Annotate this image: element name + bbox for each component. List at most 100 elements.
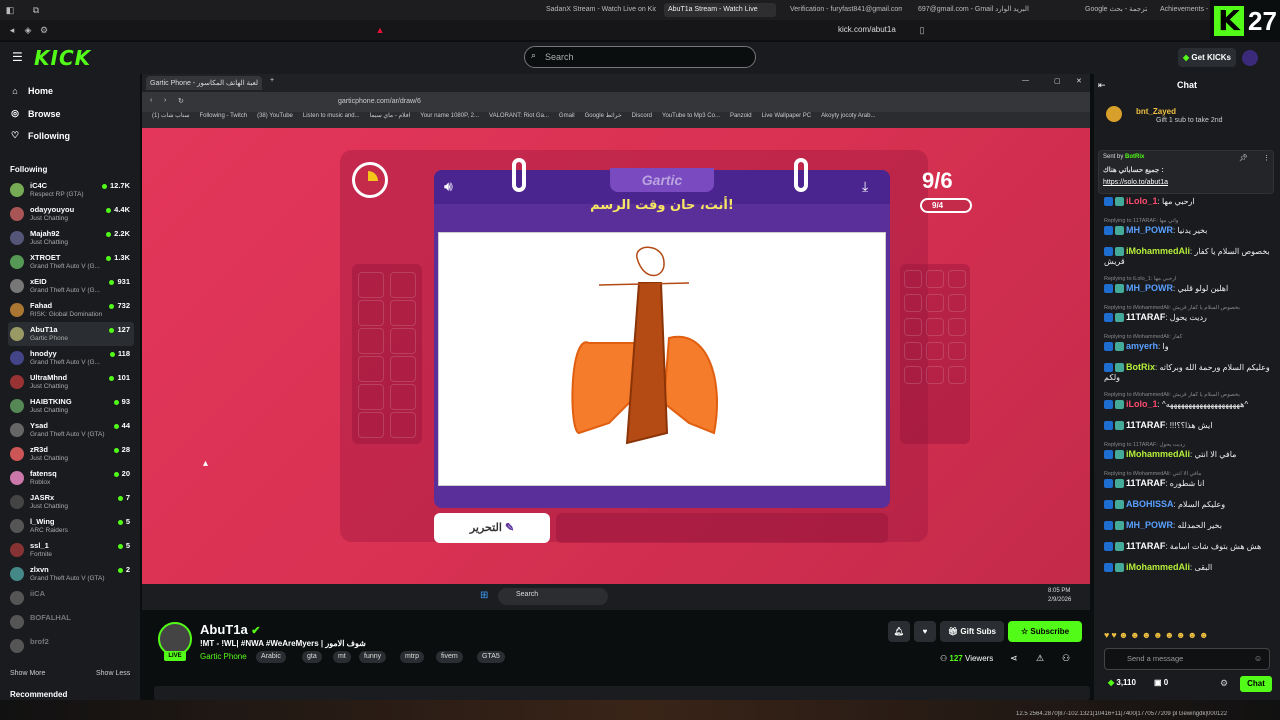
chat-username[interactable]: iMohammedAli	[1126, 562, 1190, 572]
chat-settings-icon[interactable]: ⚙	[1220, 678, 1228, 689]
sidebar-channel[interactable]: Majah92 Just Chatting 2.2K	[8, 226, 134, 250]
stream-tag[interactable]: mtrp	[400, 651, 424, 663]
stream-tag[interactable]: fivem	[436, 651, 463, 663]
tab-achievements[interactable]: Achievements -	[1160, 3, 1208, 17]
stream-player[interactable]: Gartic Phone - لعبة الهاتف المكاسور + — …	[142, 74, 1090, 610]
chat-message[interactable]: iLolo_1: ارحبي مها	[1104, 196, 1270, 207]
show-less-link[interactable]: Show Less	[96, 670, 130, 677]
window-menu-icon[interactable]: ◧	[4, 4, 16, 16]
shield-icon[interactable]: ◈	[22, 24, 34, 36]
sidebar-channel[interactable]: iC4C Respect RP (GTA) 12.7K	[8, 178, 134, 202]
pinned-link[interactable]: https://solo.to/abut1a	[1103, 179, 1168, 186]
chat-username[interactable]: 11TARAF	[1126, 478, 1165, 488]
chat-message[interactable]: 11TARAF: !!!ايش هذا؟؟	[1104, 420, 1270, 431]
chat-message[interactable]: Replying to iLolo_1: ارحبي مها MH_POWR: ا…	[1104, 275, 1270, 294]
sidebar-channel[interactable]: XTROET Grand Theft Auto V (G... 1.3K	[8, 250, 134, 274]
chat-username[interactable]: BotRix	[1126, 362, 1155, 372]
chat-username[interactable]: 11TARAF	[1126, 312, 1165, 322]
emoji-icon[interactable]: ☺	[1254, 654, 1262, 663]
tab-verification[interactable]: Verification - furyfast841@gmail.com	[790, 3, 902, 17]
chat-username[interactable]: 11TARAF	[1126, 420, 1165, 430]
chat-message[interactable]: BotRix: وعليكم السلام ورحمة الله وبركاته…	[1104, 362, 1270, 383]
more-icon[interactable]: ⋮	[1263, 154, 1270, 162]
tab-google-translate[interactable]: Google الترجمة - بحث	[1085, 3, 1147, 17]
nav-following[interactable]: ♡ Following	[10, 130, 70, 141]
settings-icon[interactable]: ⚙	[38, 24, 50, 36]
search-input[interactable]: Search	[524, 46, 756, 68]
chat-username[interactable]: ABOHISSA	[1126, 499, 1174, 509]
stream-tag[interactable]: GTA5	[477, 651, 505, 663]
chat-message[interactable]: Replying to 11TARAF: رديت يحول iMohammedA…	[1104, 441, 1270, 460]
share-icon[interactable]: ⋖	[1010, 653, 1018, 664]
chat-send-button[interactable]: Chat	[1240, 676, 1272, 692]
duplicate-icon[interactable]: ⧉	[30, 4, 42, 16]
pin-icon[interactable]: 📌︎	[1239, 154, 1248, 162]
stream-tag[interactable]: mt	[333, 651, 351, 663]
show-more-link[interactable]: Show More	[10, 670, 45, 677]
sidebar-channel[interactable]: l_Wing ARC Raiders 5	[8, 514, 134, 538]
notification-bell-button[interactable]: 🔔︎	[888, 621, 910, 642]
chat-username[interactable]: MH_POWR	[1126, 283, 1173, 293]
chat-message[interactable]: Replying to iMohammedAli: كفار amyerh: وا	[1104, 333, 1270, 352]
chat-username[interactable]: amyerh	[1126, 341, 1158, 351]
sidebar-channel[interactable]: iiCA	[8, 586, 134, 610]
chat-message[interactable]: iMohammedAli: بخصوص السلام يا كفار قريش	[1104, 246, 1270, 267]
back-icon[interactable]: ◂	[6, 24, 18, 36]
tab-sadanx[interactable]: SadanX Stream - Watch Live on Kick	[546, 3, 656, 17]
tab-abut1a[interactable]: AbuT1a Stream - Watch Live	[664, 3, 776, 17]
sidebar-channel[interactable]: fatensq Roblox 20	[8, 466, 134, 490]
get-kicks-button[interactable]: ◆ Get KICKs	[1178, 48, 1236, 67]
chat-username[interactable]: 11TARAF	[1126, 541, 1165, 551]
sidebar-channel[interactable]: BOFALHAL	[8, 610, 134, 634]
kick-logo[interactable]: KICK	[34, 46, 91, 70]
chat-username[interactable]: iLolo_1	[1126, 399, 1158, 409]
chat-username[interactable]: iMohammedAli	[1126, 449, 1190, 459]
address-bar[interactable]: kick.com/abut1a	[838, 25, 896, 34]
sidebar-channel[interactable]: odayyouyou Just Chatting 4.4K	[8, 202, 134, 226]
sidebar-channel[interactable]: UltraMhnd Just Chatting 101	[8, 370, 134, 394]
stream-tag[interactable]: funny	[359, 651, 387, 663]
stream-category[interactable]: Gartic Phone	[200, 652, 247, 661]
sidebar-channel[interactable]: HAIBTKING Just Chatting 93	[8, 394, 134, 418]
sidebar-channel[interactable]: Fahad RISK: Global Domination 732	[8, 298, 134, 322]
user-icon[interactable]: ⚇	[1062, 653, 1070, 664]
sidebar-channel[interactable]: xEID Grand Theft Auto V (G... 931	[8, 274, 134, 298]
sidebar-channel[interactable]: JASRx Just Chatting 7	[8, 490, 134, 514]
nav-home[interactable]: ⌂ Home	[10, 86, 53, 96]
stream-tag[interactable]: gta	[302, 651, 322, 663]
sidebar-channel[interactable]: AbuT1a Gartic Phone 127	[8, 322, 134, 346]
tab-gmail[interactable]: 697@gmail.com - Gmail البريد الوارد	[918, 3, 1044, 17]
chat-username[interactable]: MH_POWR	[1126, 520, 1173, 530]
sidebar-channel[interactable]: zlxvn Grand Theft Auto V (GTA) 2	[8, 562, 134, 586]
sidebar-channel[interactable]: ssl_1 Fortnite 5	[8, 538, 134, 562]
brave-icon[interactable]: ▲	[374, 24, 386, 36]
chat-input[interactable]: Send a message	[1104, 648, 1270, 670]
chat-message[interactable]: 11TARAF: هش هش بتوف شات اسامة	[1104, 541, 1270, 552]
gift-subs-button[interactable]: 🎁︎ Gift Subs	[940, 621, 1004, 642]
chat-message[interactable]: Replying to iMohammedAli: بخصوص السلام ي…	[1104, 304, 1270, 323]
user-avatar[interactable]	[1242, 50, 1258, 66]
subscribe-button[interactable]: ☆ Subscribe	[1008, 621, 1082, 642]
sidebar-channel[interactable]: brof2	[8, 634, 134, 658]
follow-heart-button[interactable]: ♥	[914, 621, 936, 642]
menu-icon[interactable]: ☰	[12, 50, 23, 64]
chat-message[interactable]: iMohammedAli: البقى	[1104, 562, 1270, 573]
chat-message[interactable]: ABOHISSA: وعليكم السلام	[1104, 499, 1270, 510]
nav-browse[interactable]: ◎ Browse	[10, 108, 60, 119]
edit-button[interactable]: التحرير ✎	[434, 513, 550, 543]
chat-username[interactable]: iLolo_1	[1126, 196, 1158, 206]
brush-size-slider[interactable]	[556, 513, 888, 543]
bookmark-icon[interactable]: ▯	[916, 24, 928, 36]
report-icon[interactable]: ⚠	[1036, 653, 1044, 664]
stream-tag[interactable]: Arabic	[256, 651, 286, 663]
chat-message[interactable]: Replying to 11TARAF: واتي مها MH_POWR: بخ…	[1104, 217, 1270, 236]
streamer-name[interactable]: AbuT1a ✔	[200, 622, 261, 637]
sidebar-channel[interactable]: zR3d Just Chatting 28	[8, 442, 134, 466]
chat-username[interactable]: MH_POWR	[1126, 225, 1173, 235]
chat-message[interactable]: Replying to iMohammedAli: مافي الا انتي 1…	[1104, 470, 1270, 489]
sidebar-channel[interactable]: Ysad Grand Theft Auto V (GTA) 44	[8, 418, 134, 442]
chat-message[interactable]: Replying to iMohammedAli: بخصوص السلام ي…	[1104, 391, 1270, 410]
sidebar-channel[interactable]: hnodyy Grand Theft Auto V (G... 118	[8, 346, 134, 370]
chat-message[interactable]: MH_POWR: بخير الحمدلله	[1104, 520, 1270, 531]
chat-username[interactable]: iMohammedAli	[1126, 246, 1190, 256]
